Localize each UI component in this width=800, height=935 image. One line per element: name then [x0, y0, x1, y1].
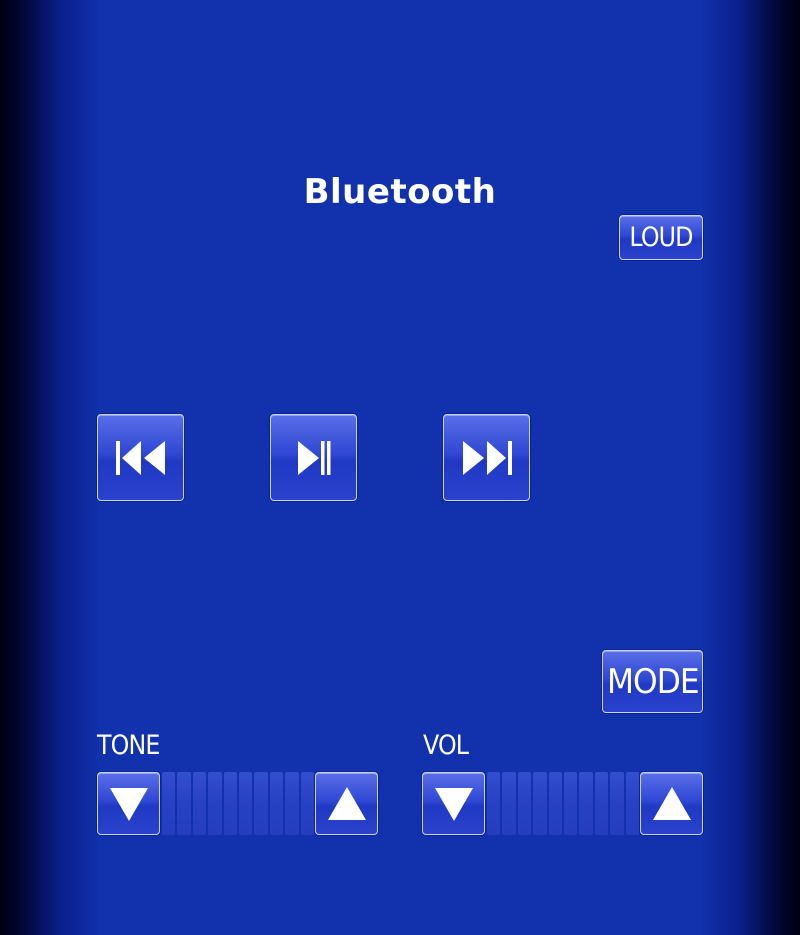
triangle-up-icon: [325, 784, 369, 824]
volume-segment: [579, 772, 593, 835]
tone-segment: [285, 772, 299, 835]
volume-segment: [502, 772, 516, 835]
tone-segment: [177, 772, 191, 835]
mode-button[interactable]: MODE: [602, 650, 703, 713]
previous-track-button[interactable]: [97, 414, 184, 501]
source-title: Bluetooth: [303, 172, 497, 212]
tone-segment: [269, 772, 284, 835]
volume-segment: [487, 772, 501, 835]
triangle-down-icon: [432, 784, 476, 824]
volume-segment: [610, 772, 624, 835]
tone-segment: [300, 772, 315, 835]
tone-segment: [162, 772, 176, 835]
volume-segment: [564, 772, 578, 835]
tone-segment: [192, 772, 207, 835]
triangle-up-icon: [650, 784, 694, 824]
loud-button-label: LOUD: [629, 222, 693, 253]
volume-up-button[interactable]: [640, 772, 703, 835]
tone-down-button[interactable]: [97, 772, 160, 835]
volume-level-track[interactable]: [487, 772, 640, 835]
tone-segment: [208, 772, 222, 835]
tone-segment: [223, 772, 238, 835]
volume-segment: [625, 772, 640, 835]
tone-segment: [254, 772, 268, 835]
tone-segment: [239, 772, 253, 835]
volume-segment: [594, 772, 609, 835]
tone-up-button[interactable]: [315, 772, 378, 835]
skip-next-icon: [459, 438, 515, 478]
triangle-down-icon: [107, 784, 151, 824]
tone-label: TONE: [97, 730, 160, 761]
play-pause-button[interactable]: [270, 414, 357, 501]
skip-previous-icon: [113, 438, 169, 478]
volume-segment: [548, 772, 563, 835]
volume-down-button[interactable]: [422, 772, 485, 835]
tone-level-track[interactable]: [162, 772, 315, 835]
next-track-button[interactable]: [443, 414, 530, 501]
volume-segment: [517, 772, 532, 835]
volume-segment: [533, 772, 547, 835]
loud-button[interactable]: LOUD: [619, 215, 703, 260]
mode-button-label: MODE: [606, 661, 700, 702]
play-pause-icon: [294, 438, 334, 478]
volume-label: VOL: [423, 730, 469, 761]
